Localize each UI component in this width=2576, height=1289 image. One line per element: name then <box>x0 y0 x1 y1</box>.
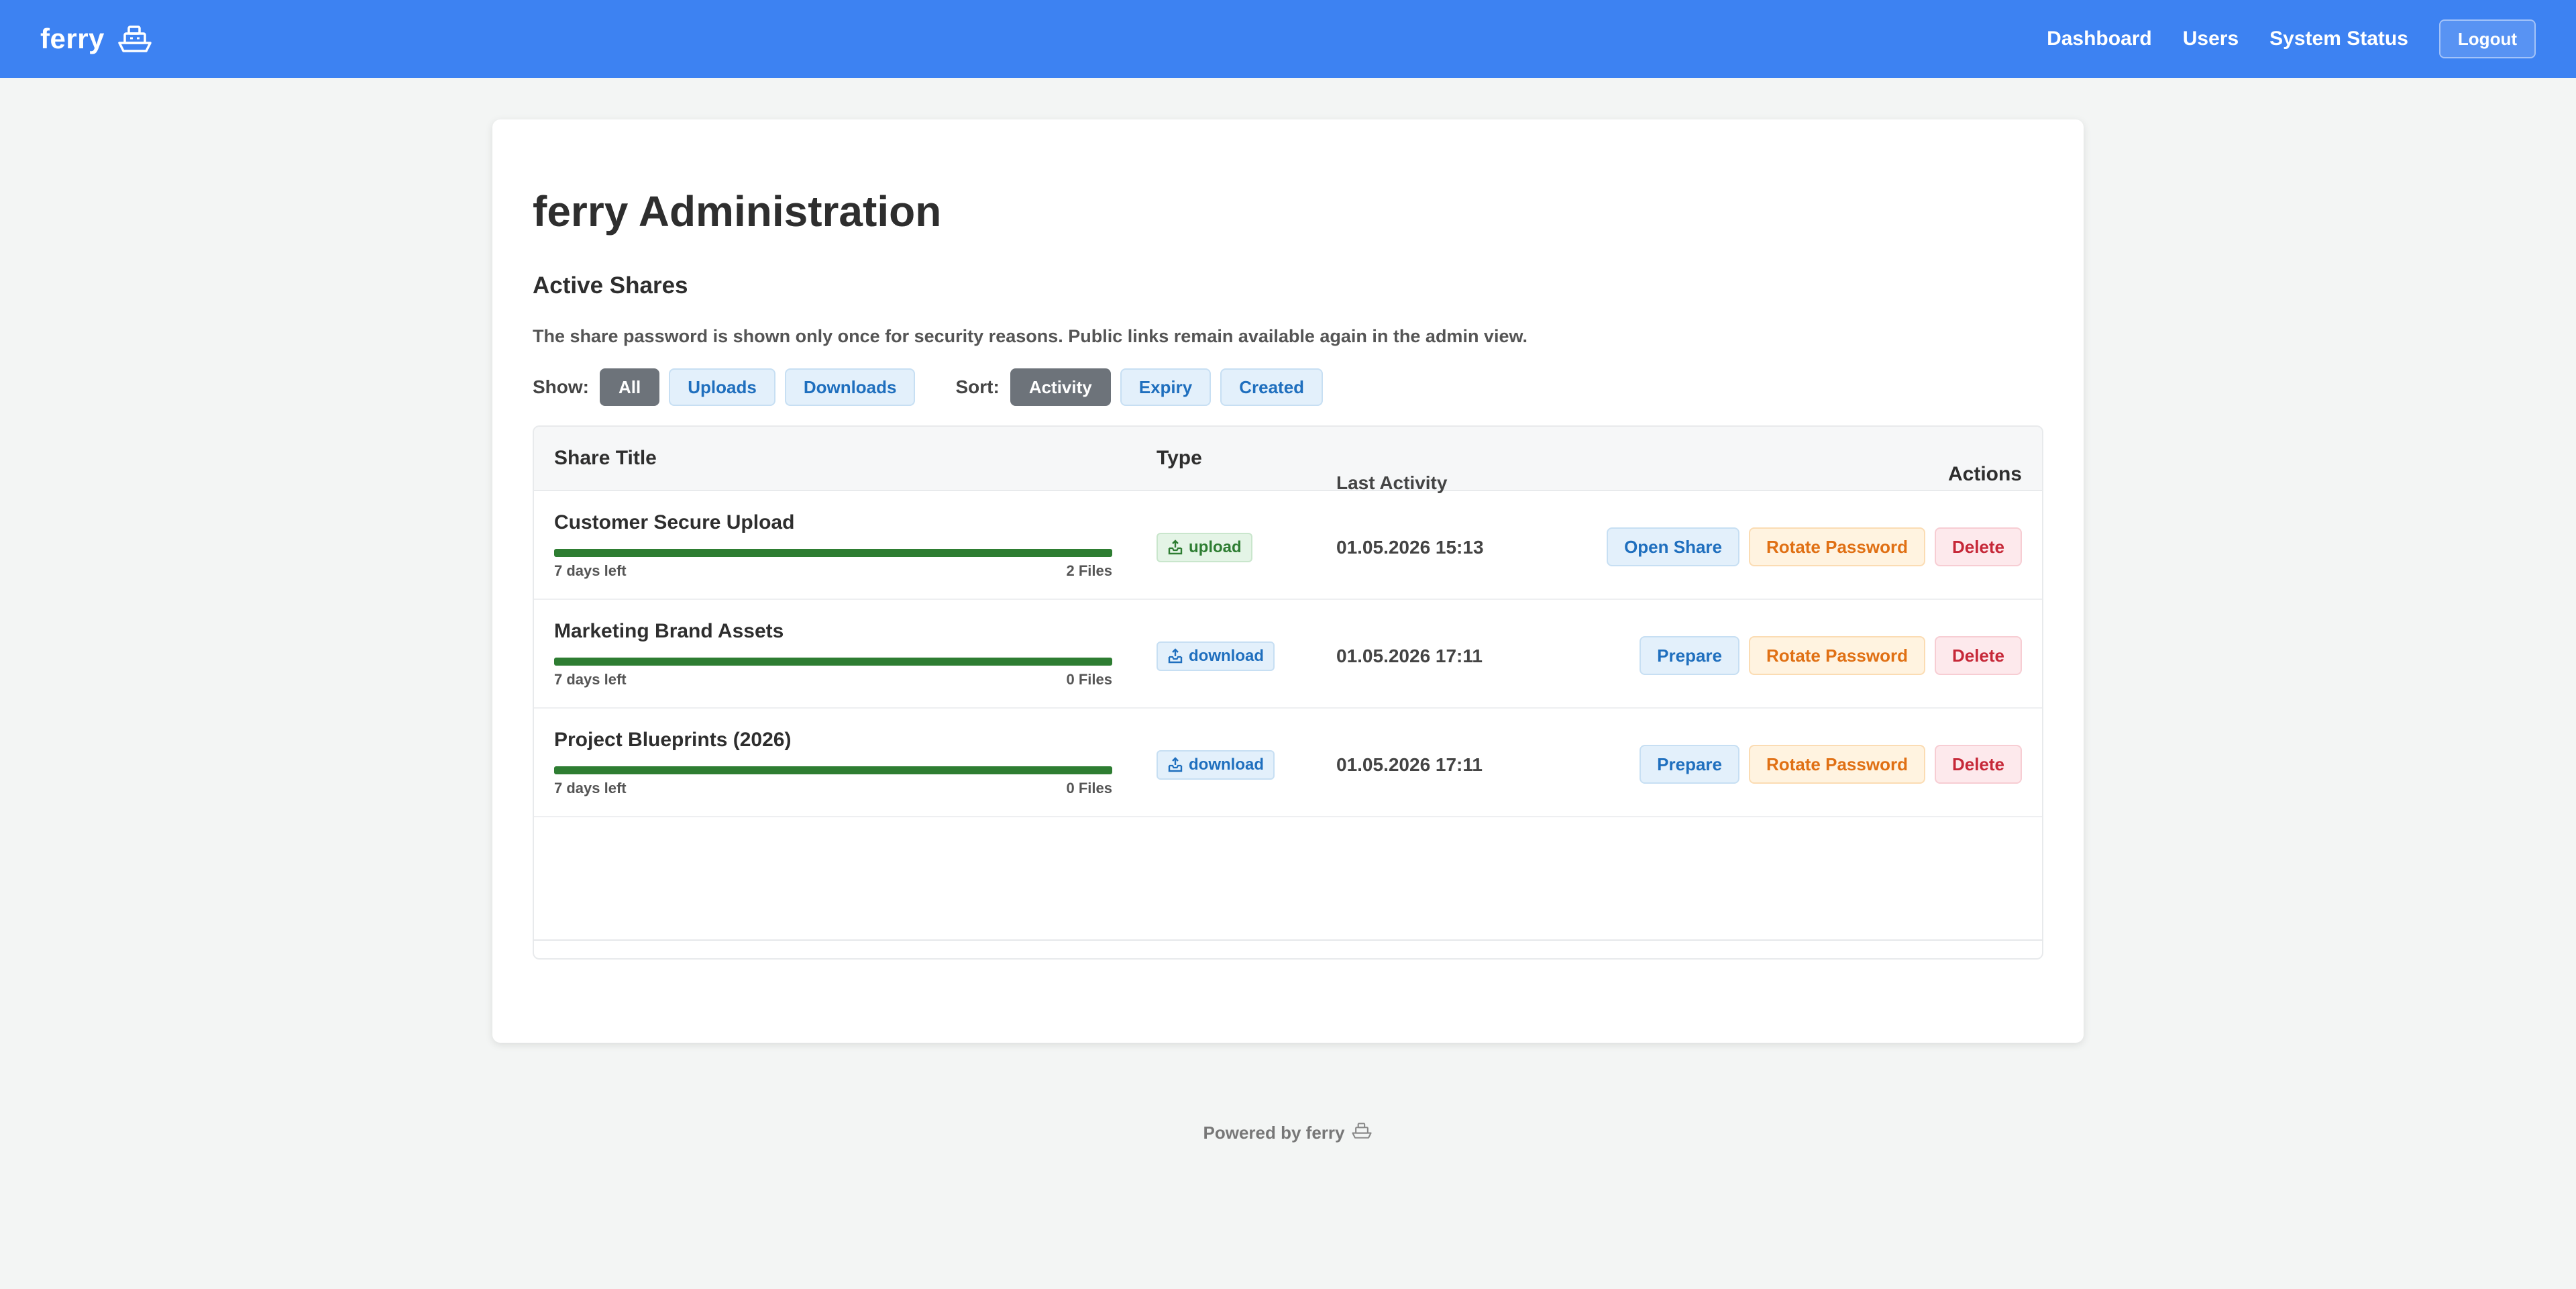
sort-activity-button[interactable]: Activity <box>1010 368 1111 406</box>
card-divider <box>533 939 2043 941</box>
ship-icon <box>117 24 153 54</box>
col-type: Type <box>1157 447 1202 469</box>
type-label: upload <box>1189 538 1242 556</box>
type-badge: download <box>1157 750 1275 780</box>
row-actions: Prepare Rotate Password Delete <box>1640 745 2022 784</box>
col-actions: Actions <box>1947 463 2022 485</box>
nav-dashboard[interactable]: Dashboard <box>2047 28 2152 50</box>
expiry-progress <box>554 549 1112 557</box>
sort-label: Sort: <box>955 376 1000 397</box>
type-label: download <box>1189 756 1264 774</box>
expiry-progress-fill <box>554 549 1112 557</box>
table-row: Customer Secure Upload 7 days left 2 Fil… <box>534 491 2042 600</box>
admin-card: ferry Administration Active Shares The s… <box>492 119 2084 1043</box>
ship-icon <box>1351 1122 1373 1144</box>
table-header: Share Title Type Last Activity Actions <box>534 427 2042 493</box>
type-badge: upload <box>1157 533 1252 562</box>
share-title: Project Blueprints (2026) <box>554 729 792 751</box>
expiry-progress-fill <box>554 766 1112 774</box>
table-row: Marketing Brand Assets 7 days left 0 Fil… <box>534 600 2042 709</box>
filter-all-button[interactable]: All <box>600 368 660 406</box>
last-activity: 01.05.2026 17:11 <box>1336 646 1483 666</box>
last-activity: 01.05.2026 17:11 <box>1336 754 1483 775</box>
last-activity: 01.05.2026 15:13 <box>1336 537 1484 558</box>
share-title: Customer Secure Upload <box>554 511 795 533</box>
filter-uploads-button[interactable]: Uploads <box>669 368 775 406</box>
share-title: Marketing Brand Assets <box>554 620 784 642</box>
page-title: ferry Administration <box>533 187 942 236</box>
col-share-title: Share Title <box>554 447 657 469</box>
show-label: Show: <box>533 376 589 397</box>
expiry-progress-fill <box>554 658 1112 666</box>
row-actions: Prepare Rotate Password Delete <box>1640 636 2022 675</box>
brand[interactable]: ferry <box>40 23 153 55</box>
footer: Powered by ferry <box>0 1122 2576 1144</box>
row-actions: Open Share Rotate Password Delete <box>1607 527 2022 566</box>
nav-users[interactable]: Users <box>2183 28 2239 50</box>
delete-button[interactable]: Delete <box>1934 636 2022 675</box>
file-count: 2 Files <box>1066 562 1112 579</box>
top-navbar: ferry Dashboard Users System Status Logo… <box>0 0 2576 78</box>
file-count: 0 Files <box>1066 671 1112 688</box>
upload-tray-icon <box>1167 539 1183 556</box>
nav-system-status[interactable]: System Status <box>2269 28 2408 50</box>
type-label: download <box>1189 647 1264 665</box>
shares-table: Share Title Type Last Activity Actions C… <box>533 425 2043 960</box>
sort-expiry-button[interactable]: Expiry <box>1120 368 1212 406</box>
filter-downloads-button[interactable]: Downloads <box>784 368 916 406</box>
rotate-password-button[interactable]: Rotate Password <box>1749 527 1925 566</box>
filter-sort-bar: Show: All Uploads Downloads Sort: Activi… <box>533 368 1332 407</box>
download-tray-icon <box>1167 757 1183 773</box>
file-count: 0 Files <box>1066 780 1112 796</box>
rotate-password-button[interactable]: Rotate Password <box>1749 745 1925 784</box>
type-badge: download <box>1157 641 1275 671</box>
footer-text: Powered by ferry <box>1203 1123 1345 1143</box>
expiry-progress <box>554 766 1112 774</box>
section-title: Active Shares <box>533 272 688 299</box>
brand-name: ferry <box>40 23 105 54</box>
expiry-progress <box>554 658 1112 666</box>
delete-button[interactable]: Delete <box>1934 527 2022 566</box>
sort-created-button[interactable]: Created <box>1220 368 1324 406</box>
prepare-button[interactable]: Prepare <box>1640 636 1739 675</box>
table-row: Project Blueprints (2026) 7 days left 0 … <box>534 709 2042 817</box>
rotate-password-button[interactable]: Rotate Password <box>1749 636 1925 675</box>
download-tray-icon <box>1167 648 1183 664</box>
delete-button[interactable]: Delete <box>1934 745 2022 784</box>
open-share-button[interactable]: Open Share <box>1607 527 1739 566</box>
prepare-button[interactable]: Prepare <box>1640 745 1739 784</box>
logout-button[interactable]: Logout <box>2438 19 2536 58</box>
main-nav: Dashboard Users System Status Logout <box>2016 19 2536 58</box>
security-notice: The share password is shown only once fo… <box>533 326 1527 346</box>
